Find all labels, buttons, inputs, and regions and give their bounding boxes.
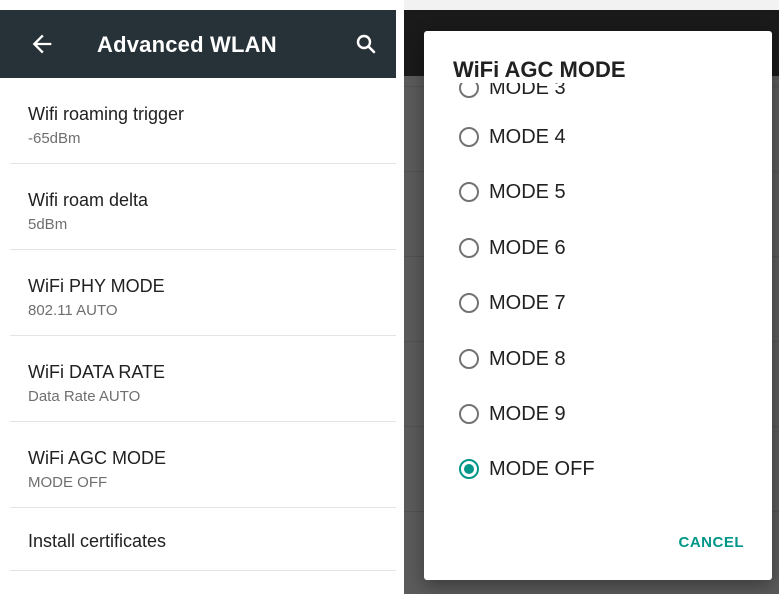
option-label: MODE 8 (489, 347, 566, 370)
radio-option-mode-4[interactable]: MODE 4 (459, 122, 566, 152)
setting-value: 5dBm (28, 216, 68, 233)
radio-option-mode-5[interactable]: MODE 5 (459, 177, 566, 207)
radio-checked-icon (459, 459, 479, 479)
option-label: MODE 4 (489, 125, 566, 148)
setting-wifi-roam-delta[interactable]: Wifi roam delta 5dBm (10, 164, 396, 250)
setting-title: Wifi roam delta (28, 190, 149, 210)
dialog-title: WiFi AGC MODE (453, 57, 753, 83)
search-icon[interactable] (354, 32, 378, 56)
radio-option-mode-7[interactable]: MODE 7 (459, 288, 566, 318)
option-label: MODE 7 (489, 291, 566, 314)
setting-wifi-phy-mode[interactable]: WiFi PHY MODE 802.11 AUTO (10, 250, 396, 336)
setting-value: MODE OFF (28, 474, 108, 491)
setting-install-certificates[interactable]: Install certificates (10, 508, 396, 571)
radio-unchecked-icon (459, 404, 479, 424)
radio-unchecked-icon (459, 238, 479, 258)
option-list[interactable]: MODE 3 MODE 4 MODE 5 MODE 6 MODE 7 MODE … (424, 31, 772, 531)
setting-wifi-agc-mode[interactable]: WiFi AGC MODE MODE OFF (10, 422, 396, 508)
radio-unchecked-icon (459, 349, 479, 369)
arrow-left-icon[interactable] (28, 30, 56, 58)
radio-option-mode-9[interactable]: MODE 9 (459, 399, 566, 429)
settings-list: Wifi roaming trigger -65dBm Wifi roam de… (0, 78, 396, 571)
dialog-screen: MODE 3 MODE 4 MODE 5 MODE 6 MODE 7 MODE … (404, 0, 779, 594)
radio-option-mode-off[interactable]: MODE OFF (459, 454, 595, 484)
radio-option-mode-8[interactable]: MODE 8 (459, 344, 566, 374)
setting-value: -65dBm (28, 130, 81, 147)
setting-wifi-data-rate[interactable]: WiFi DATA RATE Data Rate AUTO (10, 336, 396, 422)
setting-value: 802.11 AUTO (28, 302, 118, 319)
app-bar: Advanced WLAN (0, 10, 396, 78)
radio-unchecked-icon (459, 127, 479, 147)
option-label: MODE 9 (489, 402, 566, 425)
setting-value: Data Rate AUTO (28, 388, 141, 405)
setting-title: Wifi roaming trigger (28, 104, 185, 124)
radio-option-mode-6[interactable]: MODE 6 (459, 233, 566, 263)
radio-unchecked-icon (459, 293, 479, 313)
page-title: Advanced WLAN (97, 32, 277, 57)
setting-title: WiFi DATA RATE (28, 362, 165, 382)
setting-title: WiFi AGC MODE (28, 448, 166, 468)
setting-title: WiFi PHY MODE (28, 276, 165, 296)
option-label: MODE 5 (489, 180, 566, 203)
setting-title: Install certificates (28, 531, 167, 551)
setting-wifi-roaming-trigger[interactable]: Wifi roaming trigger -65dBm (10, 78, 396, 164)
radio-unchecked-icon (459, 182, 479, 202)
agc-mode-dialog: MODE 3 MODE 4 MODE 5 MODE 6 MODE 7 MODE … (424, 31, 772, 580)
option-label: MODE 6 (489, 236, 566, 259)
cancel-button[interactable]: CANCEL (679, 534, 745, 551)
screenshot-divider (396, 0, 404, 594)
option-label: MODE OFF (489, 457, 595, 480)
settings-screen: Advanced WLAN Wifi roaming trigger -65dB… (0, 0, 396, 594)
